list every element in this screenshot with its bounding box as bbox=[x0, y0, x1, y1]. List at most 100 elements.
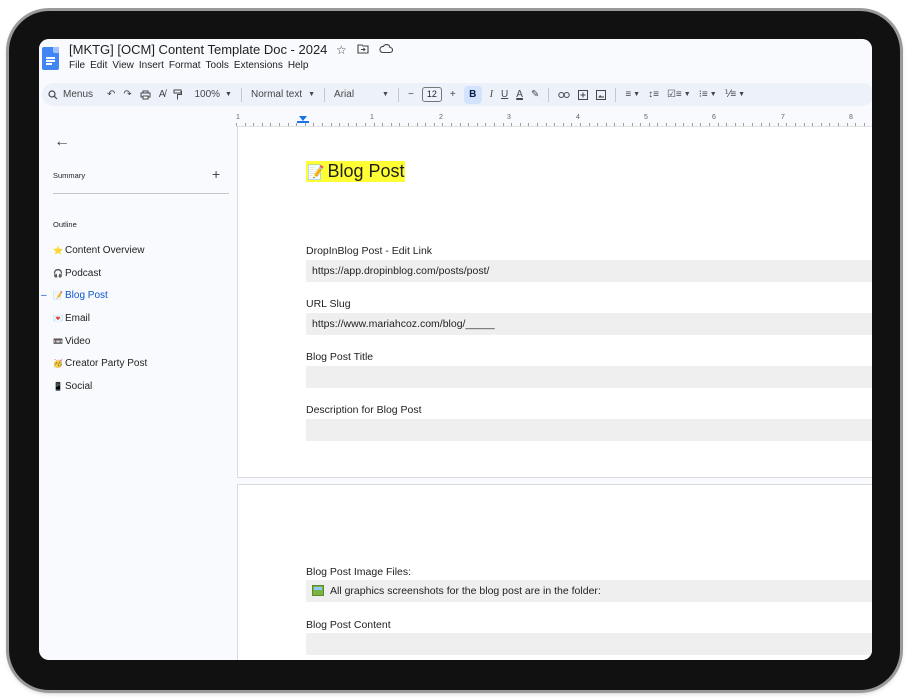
menu-tools[interactable]: Tools bbox=[206, 60, 234, 71]
blog-post-heading[interactable]: 📝 Blog Post bbox=[306, 161, 406, 182]
ruler-tick bbox=[399, 123, 401, 126]
post-description-field[interactable] bbox=[306, 419, 872, 441]
menu-file[interactable]: File bbox=[69, 60, 90, 71]
title-icons: ☆ bbox=[336, 43, 393, 57]
menu-extensions[interactable]: Extensions bbox=[234, 60, 288, 71]
spellcheck-icon[interactable]: A̸ bbox=[159, 89, 166, 100]
url-slug-label: URL Slug bbox=[306, 298, 351, 310]
post-content-field[interactable] bbox=[306, 633, 872, 655]
ruler-tick bbox=[752, 123, 753, 126]
menu-format[interactable]: Format bbox=[169, 60, 206, 71]
highlight-icon[interactable]: ✎ bbox=[531, 89, 539, 100]
ruler-tick bbox=[863, 123, 865, 126]
move-to-folder-icon[interactable] bbox=[357, 43, 369, 57]
undo-icon[interactable]: ↶ bbox=[107, 89, 115, 100]
divider bbox=[53, 193, 229, 194]
docs-logo-icon[interactable] bbox=[42, 47, 59, 70]
increase-font-size-button[interactable]: + bbox=[450, 89, 456, 100]
back-arrow-icon[interactable]: ← bbox=[54, 133, 70, 151]
ruler[interactable]: 1 1 2 3 4 5 6 7 8 bbox=[236, 114, 872, 127]
post-title-field[interactable] bbox=[306, 366, 872, 388]
ruler-tick bbox=[382, 123, 384, 126]
star-icon[interactable]: ☆ bbox=[336, 43, 347, 57]
outline-item[interactable]: 📼 Video bbox=[39, 331, 236, 354]
font-value: Arial bbox=[334, 89, 355, 100]
ruler-tick bbox=[476, 123, 478, 126]
toolbar-divider bbox=[240, 87, 242, 102]
title-bar: [MKTG] [OCM] Content Template Doc - 2024… bbox=[39, 39, 872, 79]
menu-help[interactable]: Help bbox=[288, 60, 314, 71]
outline-item[interactable]: 🥳 Creator Party Post bbox=[39, 353, 236, 376]
bold-button[interactable]: B bbox=[463, 85, 482, 104]
toolbar-divider bbox=[615, 87, 617, 102]
outline-item[interactable]: 🎧 Podcast bbox=[39, 263, 236, 286]
ruler-tick bbox=[786, 123, 788, 126]
ruler-tick bbox=[855, 123, 857, 126]
text-color-button[interactable]: A bbox=[516, 89, 523, 100]
outline-item-label: Podcast bbox=[65, 267, 102, 279]
redo-icon[interactable]: ↷ bbox=[123, 89, 131, 100]
image-icon[interactable] bbox=[596, 89, 607, 100]
ruler-tick bbox=[279, 123, 280, 126]
ruler-tick bbox=[433, 123, 435, 126]
ruler-tick bbox=[795, 123, 796, 126]
cloud-status-icon[interactable] bbox=[379, 43, 393, 57]
style-select[interactable]: Normal text ▼ bbox=[251, 89, 315, 100]
ruler-tick bbox=[519, 123, 521, 126]
ruler-tick bbox=[554, 123, 556, 126]
page-1[interactable]: 📝 Blog Post DropInBlog Post - Edit Link h… bbox=[237, 127, 872, 478]
checklist-icon[interactable]: ☑≡ ▼ bbox=[667, 89, 691, 100]
summary-heading: Summary bbox=[53, 171, 86, 180]
document-title[interactable]: [MKTG] [OCM] Content Template Doc - 2024 bbox=[69, 42, 327, 57]
align-left-icon[interactable]: ≡ ▼ bbox=[625, 89, 640, 100]
paint-format-icon[interactable] bbox=[173, 89, 183, 100]
url-slug-field[interactable]: https://www.mariahcoz.com/blog/_____ bbox=[306, 313, 872, 335]
ruler-tick bbox=[442, 123, 444, 126]
add-summary-button[interactable]: + bbox=[212, 166, 220, 182]
document-outline-sidebar: ← Summary + Outline ⭐ Content Overview 🎧 Po… bbox=[39, 127, 236, 660]
outline-item[interactable]: 💌 Email bbox=[39, 308, 236, 331]
search-menus-button[interactable]: Menus bbox=[48, 89, 93, 100]
font-size-input[interactable]: 12 bbox=[421, 87, 442, 102]
line-spacing-icon[interactable]: ↕≡ bbox=[648, 89, 659, 100]
decrease-font-size-button[interactable]: − bbox=[408, 89, 414, 100]
bulleted-list-icon[interactable]: ⁝≡ ▼ bbox=[699, 89, 717, 100]
outline-item[interactable]: – 📝 Blog Post bbox=[39, 285, 236, 308]
first-line-indent-marker-icon[interactable] bbox=[297, 121, 309, 123]
menu-insert[interactable]: Insert bbox=[139, 60, 169, 71]
ruler-tick bbox=[812, 123, 814, 126]
heading-text: Blog Post bbox=[327, 161, 405, 181]
ruler-tick bbox=[390, 123, 392, 126]
print-icon[interactable] bbox=[140, 90, 151, 100]
ruler-tick bbox=[657, 123, 659, 126]
font-select[interactable]: Arial ▼ bbox=[334, 89, 389, 100]
ruler-tick bbox=[236, 123, 237, 126]
outline-item-label: Creator Party Post bbox=[65, 358, 148, 370]
ruler-tick bbox=[485, 123, 487, 126]
toolbar: Menus ↶ ↷ A̸ 100% ▼ Normal text ▼ Arial … bbox=[42, 83, 872, 106]
ruler-tick bbox=[726, 123, 728, 126]
ruler-tick bbox=[261, 123, 263, 126]
image-files-field[interactable]: All graphics screenshots for the blog po… bbox=[306, 580, 872, 602]
ruler-tick bbox=[666, 123, 667, 126]
zoom-select[interactable]: 100% ▼ bbox=[194, 89, 232, 100]
edit-link-field[interactable]: https://app.dropinblog.com/posts/post/ bbox=[306, 260, 872, 282]
ruler-tick bbox=[408, 123, 409, 126]
comment-icon[interactable] bbox=[578, 89, 589, 100]
menu-edit[interactable]: Edit bbox=[90, 60, 112, 71]
underline-button[interactable]: U bbox=[501, 89, 508, 100]
italic-button[interactable]: I bbox=[490, 89, 493, 100]
menu-view[interactable]: View bbox=[112, 60, 139, 71]
ruler-tick bbox=[330, 123, 332, 126]
toolbar-divider bbox=[324, 87, 326, 102]
ruler-tick bbox=[313, 123, 315, 126]
numbered-list-icon[interactable]: ⅟≡ ▼ bbox=[725, 89, 745, 100]
page-2[interactable]: Blog Post Image Files: All graphics scre… bbox=[237, 484, 872, 660]
chevron-down-icon: ▼ bbox=[225, 91, 232, 98]
link-icon[interactable] bbox=[558, 91, 571, 99]
outline-item[interactable]: ⭐ Content Overview bbox=[39, 240, 236, 263]
outline-item[interactable]: 📱 Social bbox=[39, 376, 236, 399]
outline-list: ⭐ Content Overview 🎧 Podcast – 📝 Blog Post 💌 Ema… bbox=[39, 240, 236, 399]
ruler-tick bbox=[709, 123, 710, 126]
toolbar-divider bbox=[397, 87, 399, 102]
